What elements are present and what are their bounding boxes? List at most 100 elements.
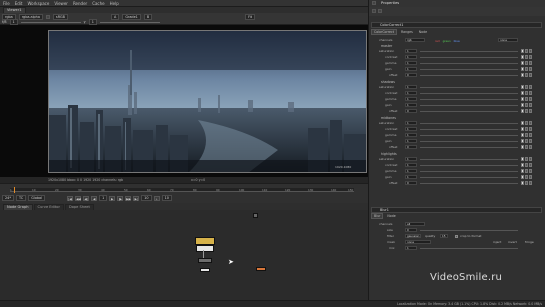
animation-menu-icon[interactable] (529, 169, 532, 173)
param-field[interactable]: 1 (405, 49, 417, 53)
node-title-colorcorrect[interactable]: ColorCorrect1 (371, 22, 542, 28)
param-slider[interactable] (420, 93, 518, 94)
color-picker-icon[interactable] (521, 121, 524, 125)
gain-slider[interactable] (20, 21, 81, 23)
param-field[interactable]: 0 (405, 181, 417, 185)
animation-menu-icon[interactable] (529, 181, 532, 185)
menu-viewer[interactable]: Viewer (54, 1, 68, 6)
color-picker-icon[interactable] (521, 61, 524, 65)
channel-split-icon[interactable] (525, 49, 528, 53)
color-picker-icon[interactable] (521, 139, 524, 143)
channel-split-icon[interactable] (525, 121, 528, 125)
skip-forward-icon[interactable]: » (153, 195, 160, 201)
next-keyframe-icon[interactable]: ▶▶ (125, 195, 132, 201)
channel-split-icon[interactable] (525, 55, 528, 59)
channel-split-icon[interactable] (525, 163, 528, 167)
node-read[interactable] (195, 237, 215, 245)
tab-ranges[interactable]: Ranges (399, 30, 415, 34)
blur-size-slider[interactable] (420, 230, 518, 231)
param-slider[interactable] (420, 135, 518, 136)
node-colorcorrect[interactable] (196, 245, 214, 252)
node-blur[interactable] (198, 258, 212, 263)
tab-blur[interactable]: Blur (371, 213, 384, 219)
mask-fringe[interactable]: fringe (525, 240, 534, 245)
animation-menu-icon[interactable] (529, 49, 532, 53)
param-field[interactable]: 1 (405, 85, 417, 89)
tab-node[interactable]: Node (417, 30, 429, 34)
color-picker-icon[interactable] (521, 97, 524, 101)
blur-channels-select[interactable]: all (405, 222, 425, 226)
channel-split-icon[interactable] (525, 181, 528, 185)
menu-workspace[interactable]: Workspace (27, 1, 49, 6)
param-slider[interactable] (420, 129, 518, 130)
menu-edit[interactable]: Edit (15, 1, 23, 6)
param-slider[interactable] (420, 63, 518, 64)
param-field[interactable]: 1 (405, 163, 417, 167)
color-picker-icon[interactable] (521, 67, 524, 71)
tab-colorcorrect[interactable]: ColorCorrect (371, 29, 397, 35)
timeline-scrubber[interactable]: 1 10 20 30 40 50 60 70 80 90 100 110 120… (10, 187, 354, 193)
play-reverse-icon[interactable]: ◀ (91, 195, 98, 201)
channel-split-icon[interactable] (525, 85, 528, 89)
playhead[interactable] (14, 187, 15, 193)
channel-split-icon[interactable] (525, 127, 528, 131)
color-picker-icon[interactable] (521, 127, 524, 131)
animation-menu-icon[interactable] (529, 109, 532, 113)
param-slider[interactable] (420, 141, 518, 142)
param-field[interactable]: 1 (405, 127, 417, 131)
prev-keyframe-icon[interactable]: ◀◀ (75, 195, 82, 201)
color-picker-icon[interactable] (521, 91, 524, 95)
current-frame-field[interactable]: 1 (99, 195, 108, 201)
param-slider[interactable] (420, 165, 518, 166)
channel-split-icon[interactable] (525, 139, 528, 143)
channel-split-icon[interactable] (525, 91, 528, 95)
animation-menu-icon[interactable] (529, 145, 532, 149)
node-dot[interactable] (200, 268, 210, 272)
channel-split-icon[interactable] (525, 169, 528, 173)
blur-mask-select[interactable]: none (405, 240, 431, 244)
channel-split-icon[interactable] (525, 109, 528, 113)
channel-split-icon[interactable] (525, 61, 528, 65)
animation-menu-icon[interactable] (529, 73, 532, 77)
mask-invert[interactable]: invert (508, 240, 517, 245)
param-slider[interactable] (420, 183, 518, 184)
param-field[interactable]: 0 (405, 145, 417, 149)
node-viewer[interactable] (256, 267, 266, 271)
tab-node-blur[interactable]: Node (385, 214, 397, 218)
max-panels-icon[interactable] (372, 9, 376, 13)
node-graph[interactable]: ➤ (0, 210, 368, 307)
clear-panels-icon[interactable] (378, 9, 382, 13)
animation-menu-icon[interactable] (529, 139, 532, 143)
color-picker-icon[interactable] (521, 109, 524, 113)
animation-menu-icon[interactable] (529, 157, 532, 161)
color-picker-icon[interactable] (521, 181, 524, 185)
group-label-master[interactable]: master (381, 44, 392, 48)
color-picker-icon[interactable] (521, 73, 524, 77)
param-field[interactable]: 1 (405, 133, 417, 137)
param-slider[interactable] (420, 105, 518, 106)
animation-menu-icon[interactable] (529, 91, 532, 95)
animation-menu-icon[interactable] (529, 103, 532, 107)
animation-menu-icon[interactable] (529, 175, 532, 179)
animation-menu-icon[interactable] (529, 121, 532, 125)
first-frame-icon[interactable]: |◀ (67, 195, 74, 201)
param-slider[interactable] (420, 159, 518, 160)
channels-select[interactable]: rgb (405, 38, 425, 42)
animation-menu-icon[interactable] (529, 85, 532, 89)
param-field[interactable]: 0 (405, 73, 417, 77)
channels-extra-select[interactable]: none (498, 38, 518, 42)
step-back-icon[interactable]: ◀| (83, 195, 90, 201)
param-slider[interactable] (420, 99, 518, 100)
param-field[interactable]: 1 (405, 91, 417, 95)
viewer-canvas[interactable]: 1920,1080 (0, 25, 368, 177)
animation-menu-icon[interactable] (529, 55, 532, 59)
end-field[interactable]: 10 (161, 195, 172, 201)
color-picker-icon[interactable] (521, 55, 524, 59)
color-picker-icon[interactable] (521, 49, 524, 53)
red-toggle[interactable]: red (435, 39, 440, 43)
param-field[interactable]: 1 (405, 169, 417, 173)
animation-menu-icon[interactable] (529, 61, 532, 65)
step-field[interactable]: 10 (141, 195, 152, 201)
group-label-shadows[interactable]: shadows (381, 80, 395, 84)
param-slider[interactable] (420, 147, 518, 148)
